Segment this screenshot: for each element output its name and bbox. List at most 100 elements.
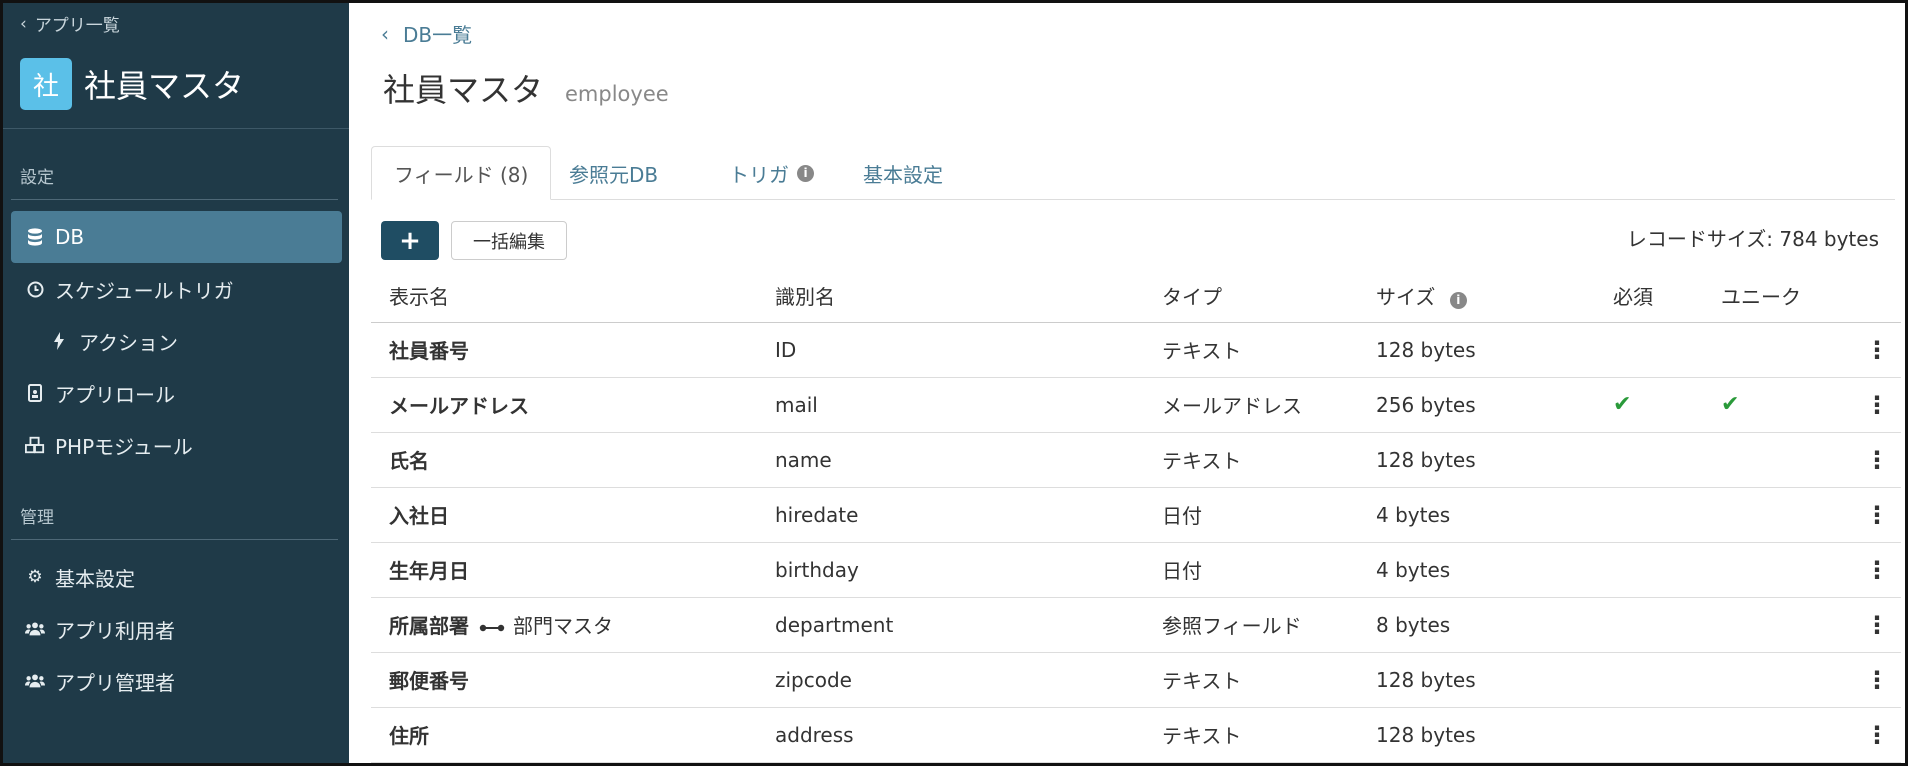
kebab-icon: ⋮ xyxy=(1865,665,1889,694)
field-display-name: 生年月日 xyxy=(371,542,757,598)
sidebar-item-label: アプリ管理者 xyxy=(55,670,175,695)
row-menu-button[interactable]: ⋮ xyxy=(1853,377,1901,433)
row-menu-button[interactable]: ⋮ xyxy=(1853,542,1901,598)
breadcrumb[interactable]: ‹ DB一覧 xyxy=(381,19,472,48)
sidebar-item-php-module[interactable]: PHPモジュール xyxy=(11,419,342,471)
field-unique xyxy=(1703,707,1853,763)
field-required xyxy=(1595,597,1703,653)
field-display-name: メールアドレス xyxy=(371,377,757,433)
sidebar-item-label: 基本設定 xyxy=(55,566,135,591)
table-row: 住所 address テキスト 128 bytes ⋮ xyxy=(371,707,1901,763)
field-display-link[interactable]: 社員番号 xyxy=(389,339,469,363)
table-row: メールアドレス mail メールアドレス 256 bytes ✔ ✔ ⋮ xyxy=(371,377,1901,433)
column-header-actions xyxy=(1853,270,1901,323)
field-unique xyxy=(1703,487,1853,543)
field-unique xyxy=(1703,322,1853,378)
reference-db-name: 部門マスタ xyxy=(513,614,613,638)
sidebar-item-label: DB xyxy=(55,225,85,249)
field-required xyxy=(1595,487,1703,543)
field-identifier: department xyxy=(757,597,1144,653)
sidebar-item-db[interactable]: DB xyxy=(11,211,342,263)
reference-link[interactable]: 部門マスタ xyxy=(479,614,613,638)
breadcrumb-db-list[interactable]: DB一覧 xyxy=(403,19,472,48)
row-menu-button[interactable]: ⋮ xyxy=(1853,707,1901,763)
field-display-link[interactable]: 所属部署 xyxy=(389,614,469,638)
sidebar-item-label: アプリロール xyxy=(55,382,175,407)
kebab-icon: ⋮ xyxy=(1865,445,1889,474)
field-type: テキスト xyxy=(1144,322,1358,378)
clock-icon xyxy=(25,281,45,298)
info-icon[interactable]: i xyxy=(797,164,814,182)
row-menu-button[interactable]: ⋮ xyxy=(1853,597,1901,653)
add-field-button[interactable]: + xyxy=(381,221,439,260)
tab-fields[interactable]: フィールド (8) xyxy=(371,146,552,200)
page-title-text: 社員マスタ xyxy=(383,71,544,109)
tab-label: 基本設定 xyxy=(863,162,943,187)
field-identifier: hiredate xyxy=(757,487,1144,543)
back-to-apps-link[interactable]: ‹ アプリ一覧 xyxy=(20,11,120,37)
field-unique xyxy=(1703,597,1853,653)
kebab-icon: ⋮ xyxy=(1865,500,1889,529)
bulk-edit-button[interactable]: 一括編集 xyxy=(451,221,567,260)
field-type: テキスト xyxy=(1144,652,1358,708)
field-display-link[interactable]: 住所 xyxy=(389,724,429,748)
row-menu-button[interactable]: ⋮ xyxy=(1853,652,1901,708)
table-row: 入社日 hiredate 日付 4 bytes ⋮ xyxy=(371,487,1901,543)
link-icon xyxy=(479,614,505,638)
field-display-name: 氏名 xyxy=(371,432,757,488)
table-row: 氏名 name テキスト 128 bytes ⋮ xyxy=(371,432,1901,488)
tab-trigger[interactable]: トリガ i xyxy=(707,146,836,200)
field-size: 4 bytes xyxy=(1358,542,1595,598)
tab-referencing-db[interactable]: 参照元DB xyxy=(547,146,680,200)
sidebar-item-action[interactable]: アクション xyxy=(11,315,342,367)
field-display-link[interactable]: 郵便番号 xyxy=(389,669,469,693)
id-badge-icon xyxy=(25,384,45,402)
column-header: 表示名 xyxy=(371,270,757,323)
kebab-icon: ⋮ xyxy=(1865,555,1889,584)
sidebar-item-basic-settings[interactable]: ⚙ 基本設定 xyxy=(11,551,342,603)
field-display-link[interactable]: 入社日 xyxy=(389,504,449,528)
field-type: 日付 xyxy=(1144,487,1358,543)
column-header: 識別名 xyxy=(757,270,1144,323)
info-icon[interactable]: i xyxy=(1449,291,1467,309)
bolt-icon xyxy=(49,332,69,350)
column-header: 必須 xyxy=(1595,270,1703,323)
page-title: 社員マスタ employee xyxy=(383,65,669,111)
app-window: ‹ アプリ一覧 社 社員マスタ 設定 DB スケジュールトリガ アクション アプ… xyxy=(0,0,1908,766)
row-menu-button[interactable]: ⋮ xyxy=(1853,322,1901,378)
field-identifier: zipcode xyxy=(757,652,1144,708)
field-display-name: 社員番号 xyxy=(371,322,757,378)
column-header: サイズ i xyxy=(1358,270,1595,323)
field-type: メールアドレス xyxy=(1144,377,1358,433)
field-display-link[interactable]: メールアドレス xyxy=(389,394,529,418)
sidebar-item-app-users[interactable]: アプリ利用者 xyxy=(11,603,342,655)
field-display-link[interactable]: 氏名 xyxy=(389,449,429,473)
sidebar-item-app-role[interactable]: アプリロール xyxy=(11,367,342,419)
field-size: 256 bytes xyxy=(1358,377,1595,433)
tab-basic-settings[interactable]: 基本設定 xyxy=(841,146,965,200)
field-display-link[interactable]: 生年月日 xyxy=(389,559,469,583)
kebab-icon: ⋮ xyxy=(1865,610,1889,639)
back-to-apps-label: アプリ一覧 xyxy=(34,16,120,36)
field-required xyxy=(1595,322,1703,378)
kebab-icon: ⋮ xyxy=(1865,335,1889,364)
field-required xyxy=(1595,652,1703,708)
users-icon xyxy=(25,621,45,637)
main-content: ‹ DB一覧 社員マスタ employee フィールド (8) 参照元DB トリ… xyxy=(349,3,1905,763)
sidebar-item-schedule-trigger[interactable]: スケジュールトリガ xyxy=(11,263,342,315)
sidebar: ‹ アプリ一覧 社 社員マスタ 設定 DB スケジュールトリガ アクション アプ… xyxy=(3,3,349,763)
section-divider xyxy=(11,199,338,200)
field-type: 参照フィールド xyxy=(1144,597,1358,653)
field-required xyxy=(1595,432,1703,488)
field-identifier: ID xyxy=(757,322,1144,378)
field-unique: ✔ xyxy=(1703,377,1853,433)
field-type: テキスト xyxy=(1144,432,1358,488)
row-menu-button[interactable]: ⋮ xyxy=(1853,487,1901,543)
chevron-left-icon: ‹ xyxy=(20,13,27,34)
kebab-icon: ⋮ xyxy=(1865,390,1889,419)
gear-icon: ⚙ xyxy=(27,567,43,587)
field-identifier: birthday xyxy=(757,542,1144,598)
check-icon: ✔ xyxy=(1613,392,1632,417)
sidebar-item-app-admins[interactable]: アプリ管理者 xyxy=(11,655,342,707)
row-menu-button[interactable]: ⋮ xyxy=(1853,432,1901,488)
